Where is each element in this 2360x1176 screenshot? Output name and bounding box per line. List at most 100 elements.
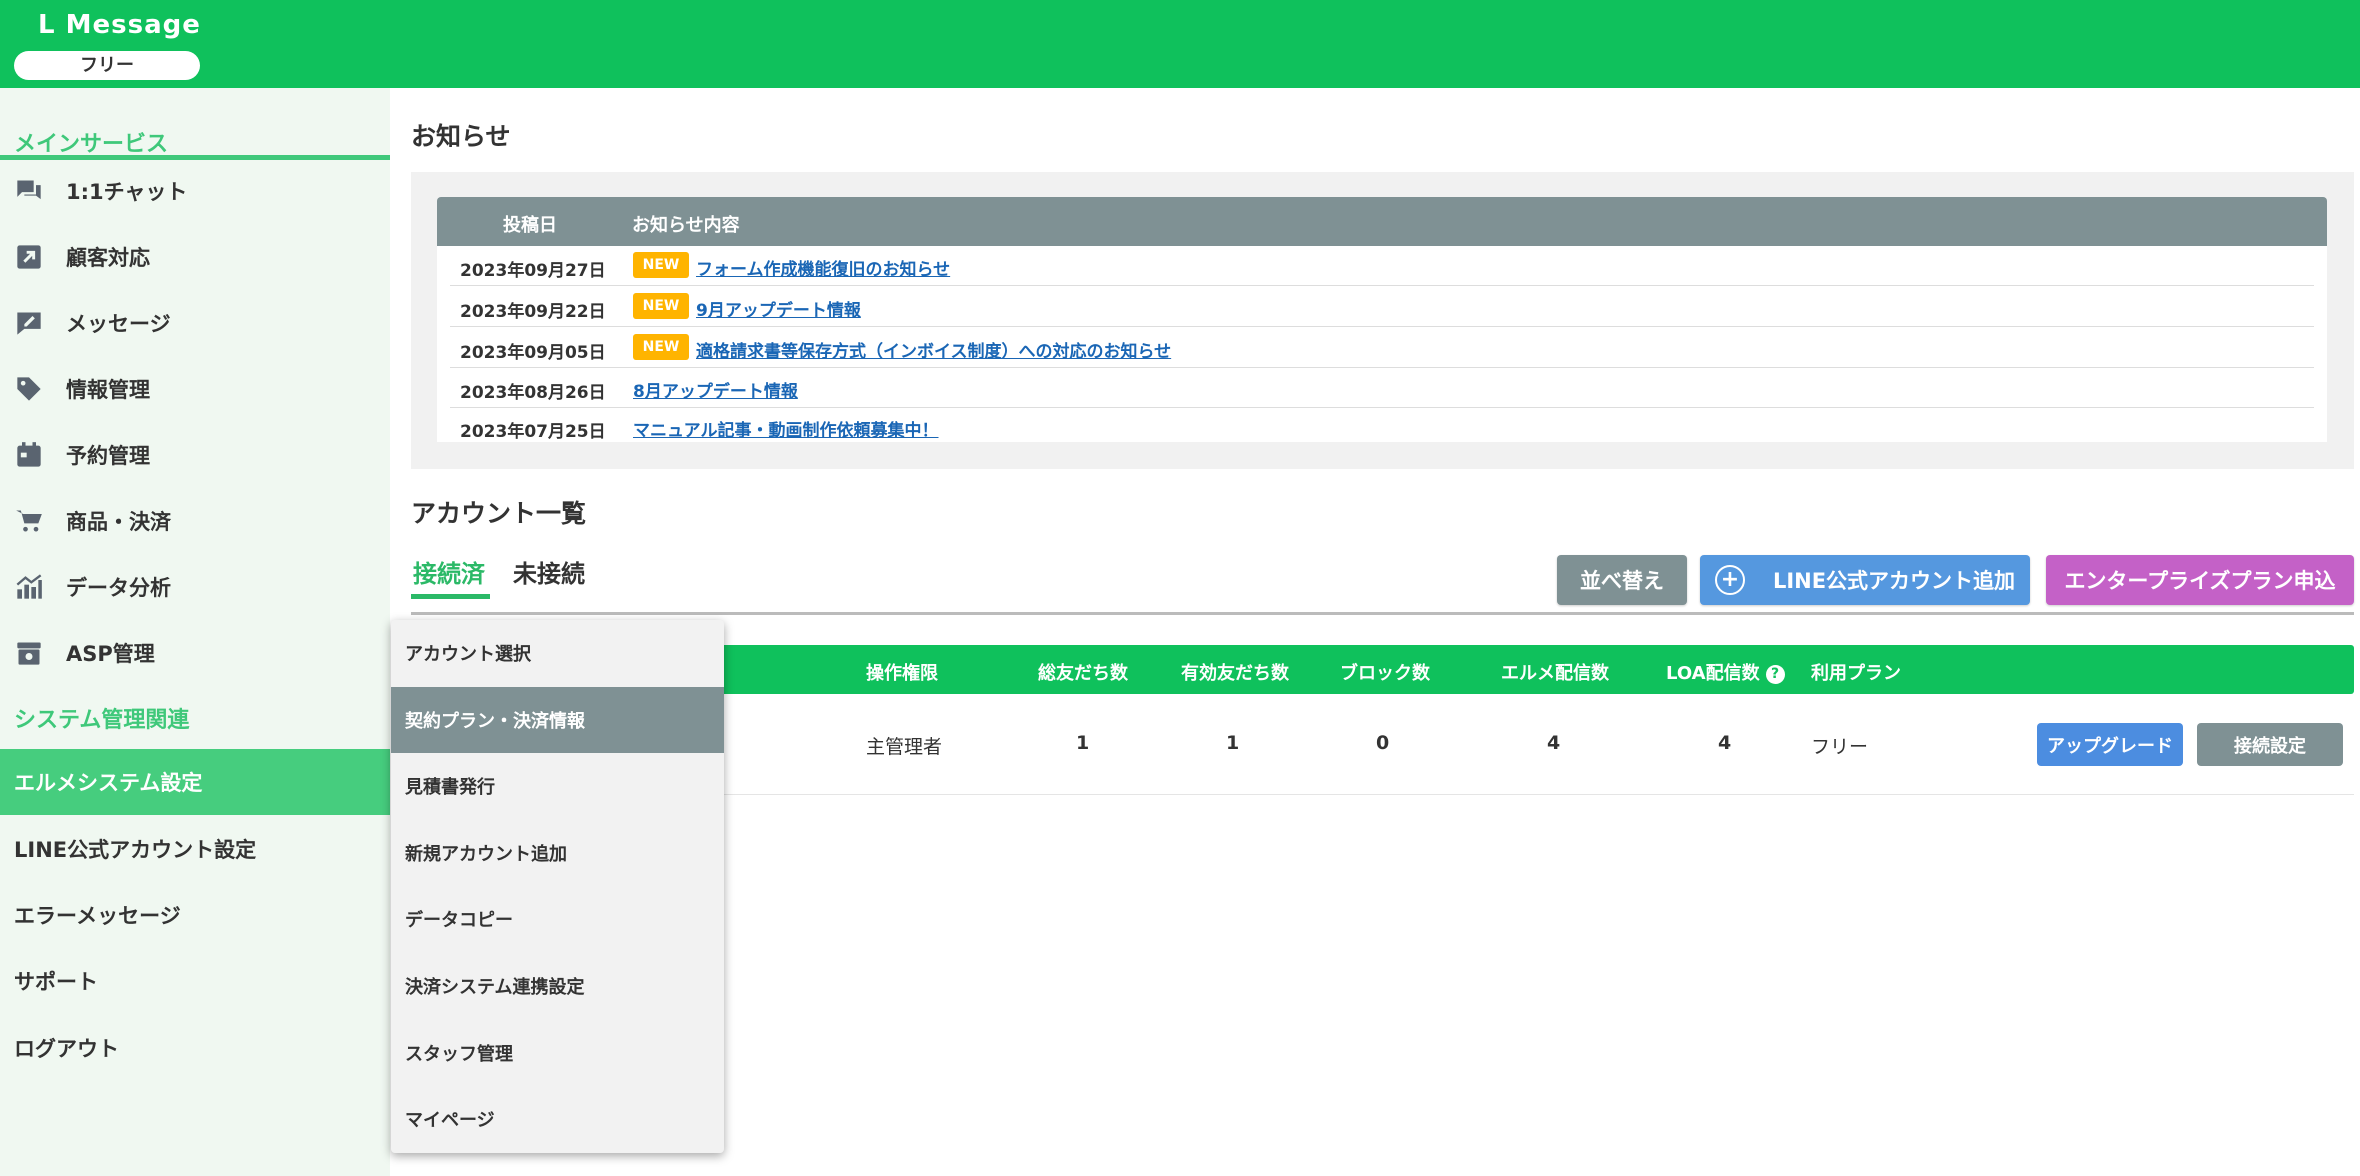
col-plan: 利用プラン [1811, 663, 1901, 684]
dropdown-item-plan-payment[interactable]: 契約プラン・決済情報 [391, 687, 724, 753]
new-badge: NEW [633, 252, 689, 278]
sidebar-item-label: エラーメッセージ [14, 904, 181, 928]
sidebar-item-support[interactable]: サポート [0, 948, 390, 1014]
dropdown-item-payment-integration[interactable]: 決済システム連携設定 [391, 953, 724, 1019]
news-row: 2023年09月05日 NEW 適格請求書等保存方式（インボイス制度）への対応の… [450, 328, 2314, 368]
new-badge: NEW [633, 334, 689, 360]
news-date: 2023年09月27日 [460, 261, 606, 281]
col-blocks: ブロック数 [1340, 663, 1430, 684]
sidebar-item-label: データ分析 [66, 576, 171, 600]
news-link[interactable]: 適格請求書等保存方式（インボイス制度）への対応のお知らせ [696, 337, 1171, 362]
cell-permission: 主管理者 [866, 736, 943, 758]
upgrade-button[interactable]: アップグレード [2037, 723, 2183, 766]
tab-divider [411, 612, 2354, 615]
sort-button-label: 並べ替え [1580, 569, 1664, 593]
sidebar-item-logout[interactable]: ログアウト [0, 1015, 390, 1081]
dropdown-item-mypage[interactable]: マイページ [391, 1086, 724, 1152]
sidebar-item-label: ASP管理 [66, 642, 155, 666]
col-elme-sends: エルメ配信数 [1501, 663, 1609, 684]
sidebar-item-label: ログアウト [14, 1037, 119, 1061]
news-date: 2023年07月25日 [460, 422, 606, 442]
cell-loa-sends: 4 [1718, 732, 1732, 754]
col-loa-sends: LOA配信数? [1666, 659, 1785, 685]
news-link[interactable]: マニュアル記事・動画制作依頼募集中！ [633, 416, 939, 441]
news-link[interactable]: 9月アップデート情報 [696, 296, 861, 321]
news-row: 2023年08月26日 8月アップデート情報 [450, 368, 2314, 408]
enterprise-plan-button[interactable]: エンタープライズプラン申込 [2046, 555, 2354, 605]
news-link[interactable]: 8月アップデート情報 [633, 377, 798, 402]
sidebar-item-label: 情報管理 [66, 378, 150, 402]
news-title: お知らせ [411, 122, 511, 151]
news-table-header: 投稿日 お知らせ内容 [437, 197, 2327, 246]
sidebar-item-label: サポート [14, 970, 98, 994]
sidebar-item-customer[interactable]: 顧客対応 [0, 224, 390, 290]
dropdown-item-staff[interactable]: スタッフ管理 [391, 1020, 724, 1086]
connection-settings-button[interactable]: 接続設定 [2197, 723, 2343, 766]
news-col-content: お知らせ内容 [632, 215, 740, 236]
plan-badge: フリー [14, 51, 200, 80]
chat-icon [14, 176, 44, 206]
col-permission: 操作権限 [866, 663, 938, 684]
asp-box-icon [14, 638, 44, 668]
add-line-account-label: LINE公式アカウント追加 [1772, 569, 2016, 593]
col-valid-friends: 有効友だち数 [1181, 663, 1289, 684]
news-row: 2023年09月27日 NEW フォーム作成機能復旧のお知らせ [450, 246, 2314, 286]
sidebar-item-message[interactable]: メッセージ [0, 290, 390, 356]
sidebar-item-elme-system-settings[interactable]: エルメシステム設定 [0, 749, 390, 815]
news-date: 2023年08月26日 [460, 383, 606, 403]
cell-blocks: 0 [1376, 732, 1390, 754]
dropdown-item-new-account[interactable]: 新規アカウント追加 [391, 820, 724, 886]
sidebar-item-asp[interactable]: ASP管理 [0, 620, 390, 686]
sidebar-item-reservation[interactable]: 予約管理 [0, 422, 390, 488]
arrow-out-icon [14, 242, 44, 272]
sidebar-item-label: 1:1チャット [66, 180, 188, 204]
col-total-friends: 総友だち数 [1038, 663, 1128, 684]
edit-message-icon [14, 308, 44, 338]
sidebar-item-label: LINE公式アカウント設定 [14, 838, 257, 862]
sidebar: メインサービス 1:1チャット 顧客対応 メッセージ 情報管理 予約管理 商品・… [0, 88, 390, 1176]
dropdown-item-quote[interactable]: 見積書発行 [391, 753, 724, 819]
cell-valid-friends: 1 [1226, 732, 1240, 754]
news-col-date: 投稿日 [503, 215, 557, 236]
main-service-heading: メインサービス [0, 108, 390, 160]
add-line-account-button[interactable]: + LINE公式アカウント追加 [1700, 555, 2030, 605]
sidebar-item-label: 予約管理 [66, 444, 150, 468]
news-row: 2023年09月22日 NEW 9月アップデート情報 [450, 287, 2314, 327]
news-date: 2023年09月05日 [460, 343, 606, 363]
enterprise-plan-label: エンタープライズプラン申込 [2064, 569, 2336, 593]
news-link[interactable]: フォーム作成機能復旧のお知らせ [696, 255, 950, 280]
sidebar-item-chat[interactable]: 1:1チャット [0, 158, 390, 224]
sidebar-item-error-message[interactable]: エラーメッセージ [0, 882, 390, 948]
sidebar-item-label: 商品・決済 [66, 510, 171, 534]
col-loa-sends-label: LOA配信数 [1666, 663, 1760, 684]
sidebar-item-label: エルメシステム設定 [14, 771, 203, 795]
system-settings-dropdown: アカウント選択 契約プラン・決済情報 見積書発行 新規アカウント追加 データコピ… [391, 620, 724, 1153]
tab-connected[interactable]: 接続済 [413, 554, 485, 589]
news-row: 2023年07月25日 マニュアル記事・動画制作依頼募集中！ [450, 407, 2314, 446]
cell-total-friends: 1 [1076, 732, 1090, 754]
plus-circle-icon: + [1714, 565, 1745, 595]
cell-elme-sends: 4 [1547, 732, 1561, 754]
tab-unconnected[interactable]: 未接続 [513, 554, 585, 589]
sidebar-item-line-account-settings[interactable]: LINE公式アカウント設定 [0, 816, 390, 882]
tag-icon [14, 374, 44, 404]
active-tab-indicator [411, 594, 490, 599]
sidebar-item-products[interactable]: 商品・決済 [0, 488, 390, 554]
sidebar-item-info[interactable]: 情報管理 [0, 356, 390, 422]
chart-icon [14, 572, 44, 602]
sidebar-item-analytics[interactable]: データ分析 [0, 554, 390, 620]
sort-button[interactable]: 並べ替え [1557, 555, 1687, 605]
app-logo[interactable]: L Message [38, 10, 201, 40]
dropdown-item-account-select[interactable]: アカウント選択 [391, 620, 724, 686]
help-icon[interactable]: ? [1765, 665, 1785, 684]
cart-icon [14, 506, 44, 536]
system-heading: システム管理関連 [14, 708, 190, 733]
news-date: 2023年09月22日 [460, 302, 606, 322]
top-header: L Message フリー [0, 0, 2360, 88]
sidebar-item-label: 顧客対応 [66, 246, 150, 270]
dropdown-item-data-copy[interactable]: データコピー [391, 886, 724, 952]
new-badge: NEW [633, 293, 689, 319]
sidebar-item-label: メッセージ [66, 312, 171, 336]
accounts-title: アカウント一覧 [411, 499, 587, 528]
calendar-icon [14, 440, 44, 470]
